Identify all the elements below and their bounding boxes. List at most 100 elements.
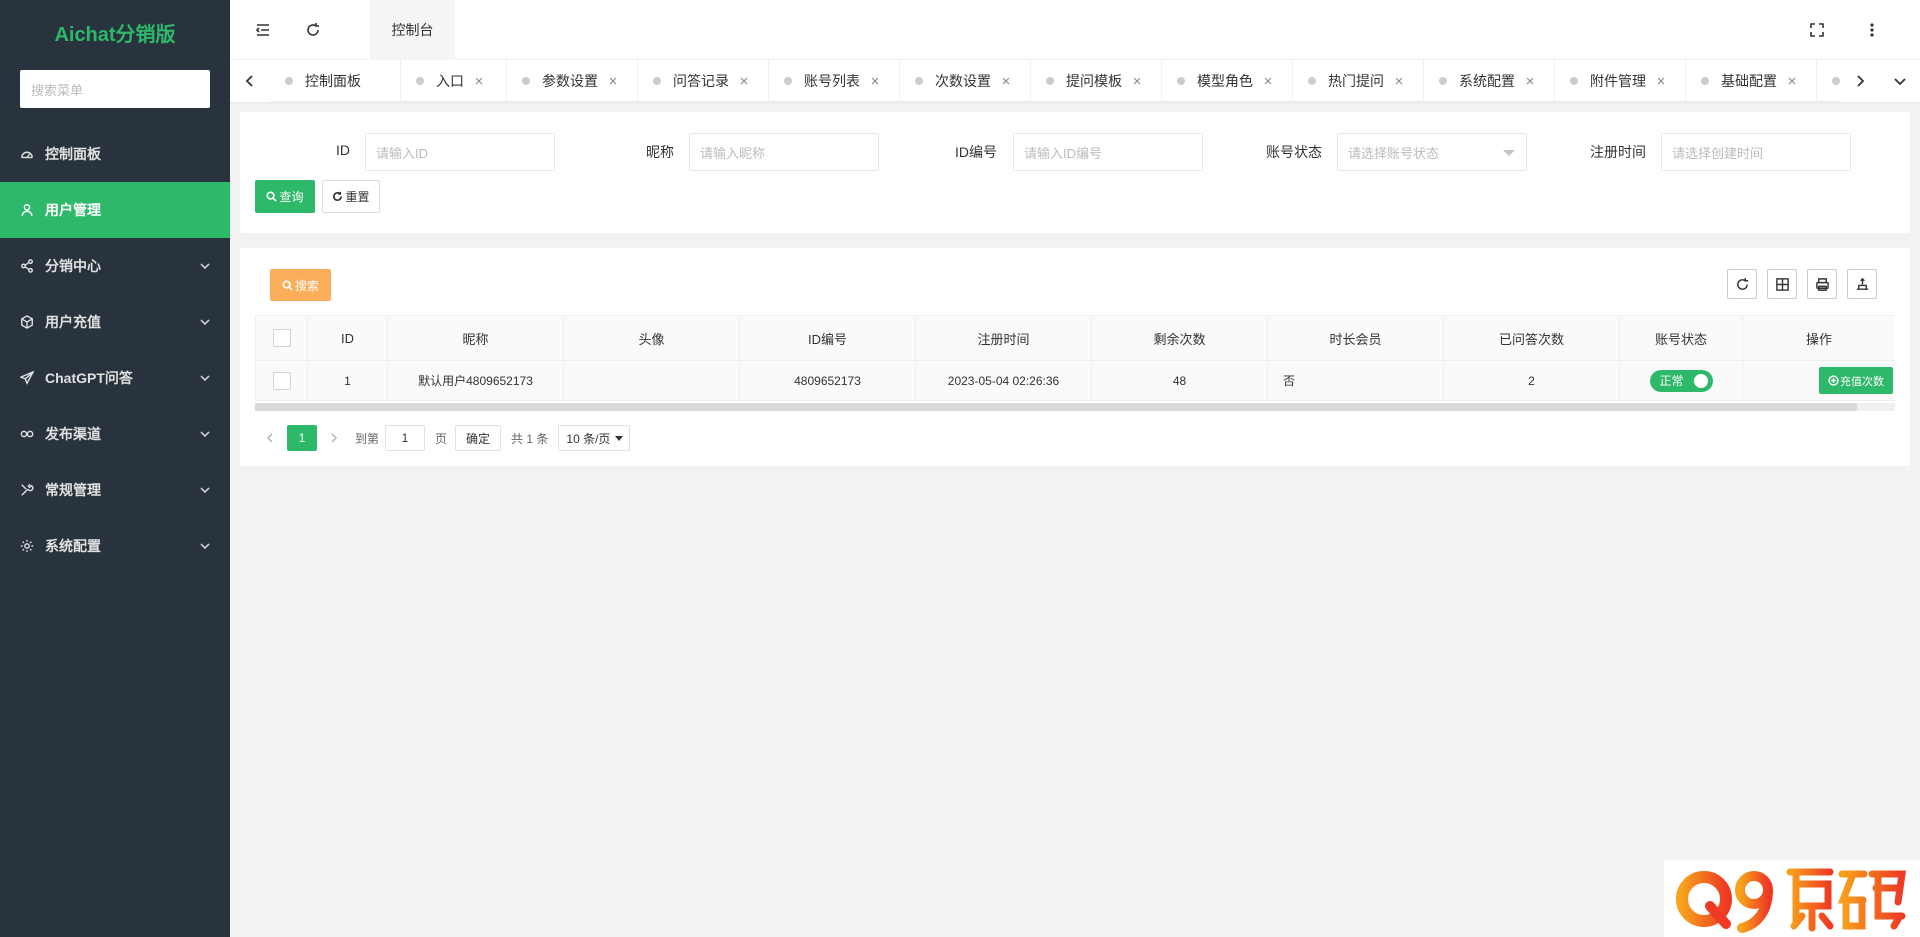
column-header[interactable]: ID编号	[740, 316, 916, 360]
tab-dot-icon	[1046, 77, 1054, 85]
user-icon	[20, 203, 34, 217]
id-input[interactable]: 请输入ID	[365, 133, 555, 171]
sidebar-item-system-config[interactable]: 系统配置	[0, 518, 230, 574]
chevron-left-icon	[245, 75, 253, 87]
column-header[interactable]: 已问答次数	[1444, 316, 1620, 360]
chevron-right-icon	[1857, 75, 1865, 87]
sidebar-item-channels[interactable]: 发布渠道	[0, 406, 230, 462]
table-refresh-button[interactable]	[1727, 269, 1757, 299]
tab-item[interactable]: 问答记录 ×	[638, 60, 769, 102]
prev-page-button[interactable]	[255, 425, 285, 451]
close-icon[interactable]: ×	[738, 73, 750, 90]
console-tab[interactable]: 控制台	[370, 0, 455, 60]
tabs-scroll-left-button[interactable]	[230, 60, 270, 102]
page-number-current[interactable]: 1	[287, 425, 317, 451]
goto-confirm-button[interactable]: 确定	[455, 425, 502, 451]
query-button[interactable]: 查询	[255, 180, 315, 213]
close-icon[interactable]: ×	[607, 73, 619, 90]
tabs-scroll-right-button[interactable]	[1840, 60, 1880, 102]
sidebar-item-distribution[interactable]: 分销中心	[0, 238, 230, 294]
tab-item[interactable]: 次数设置 ×	[900, 60, 1031, 102]
close-icon[interactable]: ×	[1000, 73, 1012, 90]
status-select[interactable]: 请选择账号状态	[1337, 133, 1527, 171]
search-button[interactable]: 搜索	[270, 269, 331, 301]
column-header[interactable]: 头像	[564, 316, 740, 360]
tab-label: 问答记录	[673, 73, 729, 89]
cell-status: 正常	[1620, 361, 1743, 400]
recharge-button[interactable]: 充值次数	[1819, 367, 1893, 394]
page-size-select[interactable]: 10 条/页	[558, 425, 631, 451]
tab-item[interactable]: 控制面板	[270, 60, 401, 102]
column-header[interactable]: 时长会员	[1268, 316, 1444, 360]
reset-button[interactable]: 重置	[322, 180, 380, 213]
tab-item[interactable]: 提问模板 ×	[1031, 60, 1162, 102]
refresh-button[interactable]	[288, 0, 338, 60]
caret-down-icon	[1503, 150, 1515, 156]
tab-item[interactable]: 系统配置 ×	[1424, 60, 1555, 102]
top-header: 控制台	[230, 0, 1920, 60]
plus-circle-icon	[1828, 375, 1839, 386]
goto-page-input[interactable]: 1	[385, 425, 426, 451]
tab-item[interactable]: 热门提问 ×	[1293, 60, 1424, 102]
column-header[interactable]: 注册时间	[916, 316, 1092, 360]
next-page-button[interactable]	[319, 425, 349, 451]
sidebar-item-dashboard[interactable]: 控制面板	[0, 126, 230, 182]
cell-remaining: 48	[1092, 361, 1268, 400]
sidebar-item-general[interactable]: 常规管理	[0, 462, 230, 518]
tab-item[interactable]: 入口 ×	[401, 60, 507, 102]
close-icon[interactable]: ×	[1131, 73, 1143, 90]
table-export-button[interactable]	[1847, 269, 1877, 299]
chevron-down-icon	[198, 315, 212, 329]
sidebar-item-label: 用户充值	[45, 314, 101, 330]
column-header[interactable]: 操作	[1743, 316, 1895, 360]
tab-label: 入口	[436, 73, 464, 89]
tab-item[interactable]: 基础配置 ×	[1686, 60, 1817, 102]
tab-item[interactable]: 账号列表 ×	[769, 60, 900, 102]
table-print-button[interactable]	[1807, 269, 1837, 299]
refresh-icon	[1736, 277, 1748, 290]
close-icon[interactable]: ×	[1786, 73, 1798, 90]
close-icon[interactable]: ×	[1655, 73, 1667, 90]
tab-label: 模型角色	[1197, 73, 1253, 89]
row-checkbox[interactable]	[272, 371, 291, 390]
column-header[interactable]: 昵称	[388, 316, 564, 360]
user-table-card: 搜索 ID 昵称 头像 ID编号 注册时间 剩余次数 时长会员 已问答次数 账号…	[240, 248, 1910, 466]
column-header[interactable]: 账号状态	[1620, 316, 1743, 360]
close-icon[interactable]: ×	[1524, 73, 1536, 90]
menu-search-input[interactable]: 搜索菜单	[20, 70, 210, 108]
nickname-input[interactable]: 请输入昵称	[689, 133, 879, 171]
status-label: 账号状态	[1266, 144, 1322, 160]
status-toggle[interactable]: 正常	[1649, 369, 1713, 392]
query-button-label: 查询	[279, 190, 304, 204]
column-header[interactable]: 剩余次数	[1092, 316, 1268, 360]
sidebar-item-recharge[interactable]: 用户充值	[0, 294, 230, 350]
tab-item[interactable]: 附件管理 ×	[1555, 60, 1686, 102]
table-horizontal-scrollbar[interactable]	[255, 403, 1895, 411]
table-columns-button[interactable]	[1767, 269, 1797, 299]
cell-nickname: 默认用户4809652173	[388, 361, 564, 400]
fullscreen-button[interactable]	[1792, 0, 1842, 60]
close-icon[interactable]: ×	[869, 73, 881, 90]
export-icon	[1856, 277, 1868, 290]
cell-avatar	[564, 361, 740, 400]
tab-item[interactable]: 模型角色 ×	[1162, 60, 1293, 102]
column-header[interactable]: ID	[308, 316, 388, 360]
close-icon[interactable]: ×	[473, 73, 485, 90]
regtime-input[interactable]: 请选择创建时间	[1661, 133, 1851, 171]
select-all-checkbox[interactable]	[272, 329, 291, 347]
tab-label: 附件管理	[1590, 73, 1646, 89]
close-icon[interactable]: ×	[1393, 73, 1405, 90]
chevron-down-icon	[198, 539, 212, 553]
tab-item[interactable]: 参数设置 ×	[507, 60, 638, 102]
sidebar-item-user-management[interactable]: 用户管理	[0, 182, 230, 238]
tabs-dropdown-button[interactable]	[1880, 60, 1920, 102]
scrollbar-thumb[interactable]	[255, 403, 1857, 411]
sidebar-item-chatgpt[interactable]: ChatGPT问答	[0, 350, 230, 406]
tabs-track: 控制面板 入口 × 参数设置 × 问答记录 × 账号列表 × 次数设置 × 提问模板 × 模型角色 × 热门提…	[270, 60, 1850, 102]
idno-input[interactable]: 请输入ID编号	[1013, 133, 1203, 171]
close-icon[interactable]: ×	[1262, 73, 1274, 90]
more-button[interactable]	[1847, 0, 1897, 60]
tab-label: 热门提问	[1328, 73, 1384, 89]
menu-fold-button[interactable]	[238, 0, 288, 60]
id-label: ID	[336, 142, 350, 158]
